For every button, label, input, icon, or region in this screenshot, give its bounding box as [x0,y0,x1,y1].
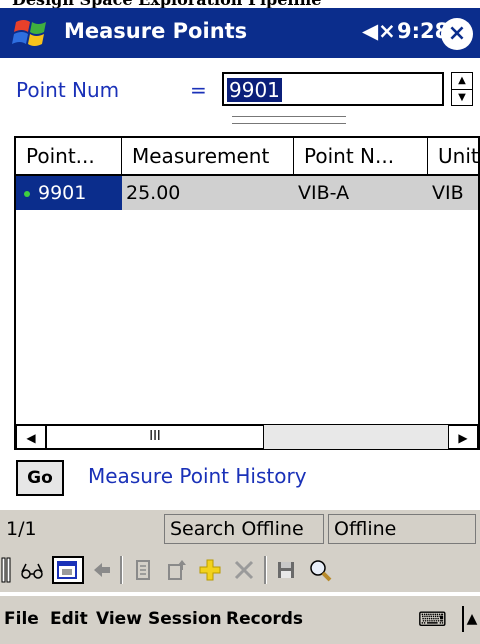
toolbar-separator [264,556,267,584]
glasses-icon[interactable] [18,556,46,584]
cell-point-name[interactable]: VIB-A [294,176,428,210]
windows-start-icon[interactable] [6,14,58,54]
scroll-right-icon[interactable]: ▶ [448,425,478,449]
point-num-value: 9901 [227,78,282,102]
horizontal-scrollbar[interactable]: ◀ III ▶ [16,424,478,449]
calendar-icon[interactable] [52,556,84,584]
cell-point: 9901 [38,182,87,204]
save-icon[interactable] [272,556,300,584]
copy-icon[interactable] [128,556,156,584]
go-button[interactable]: Go [16,460,64,496]
column-header-point-name[interactable]: Point N... [294,138,428,176]
point-num-input[interactable]: 9901 [222,72,444,106]
delete-icon[interactable] [230,556,258,584]
offline-status-field[interactable]: Offline [328,514,476,544]
volume-mute-icon[interactable]: ◀× [362,19,396,43]
column-header-point[interactable]: Point... [16,138,122,176]
menu-session[interactable]: Session [148,609,222,629]
page-counter: 1/1 [6,518,37,540]
menu-bar: File Edit View Session Records ⌨ ▲ [0,596,480,644]
status-bar: 1/1 Search Offline Offline [0,509,480,549]
spin-up-icon[interactable]: ▲ [452,73,472,90]
close-button[interactable]: × [441,18,473,50]
search-icon[interactable] [306,556,334,584]
upload-icon[interactable] [162,556,190,584]
equals-sign: = [190,78,207,102]
menu-file[interactable]: File [4,609,39,629]
measure-point-history-link[interactable]: Measure Point History [88,464,307,488]
cell-unit[interactable]: VIB [428,176,478,210]
table-row[interactable]: 9901 [16,176,122,210]
divider [232,116,346,124]
sip-caret-icon[interactable]: ▲ [462,606,480,632]
cell-measurement[interactable]: 25.00 [122,176,294,210]
search-offline-field[interactable]: Search Offline [164,514,324,544]
drag-handle-icon[interactable] [0,556,12,584]
column-header-measurement[interactable]: Measurement [122,138,294,176]
column-header-unit[interactable]: Unit [428,138,478,176]
window-title: Measure Points [64,19,248,43]
title-bar: Measure Points ◀× 9:28 × [0,8,480,58]
measure-points-grid[interactable]: Point... Measurement Point N... Unit 990… [14,136,480,450]
toolbar-separator [120,556,123,584]
spin-down-icon[interactable]: ▼ [452,90,472,106]
menu-edit[interactable]: Edit [50,609,88,629]
menu-records[interactable]: Records [226,609,303,629]
toolbar [0,548,480,592]
add-icon[interactable] [196,556,224,584]
active-dot-icon [24,190,30,197]
menu-view[interactable]: View [96,609,142,629]
back-arrow-icon[interactable] [88,556,116,584]
top-cropped-caption: Design Space Exploration Pipeline [0,0,480,8]
point-num-label: Point Num [16,78,120,102]
scroll-thumb[interactable]: III [46,425,264,449]
scroll-left-icon[interactable]: ◀ [16,425,46,449]
keyboard-icon[interactable]: ⌨ [418,608,452,630]
point-num-spinner[interactable]: ▲ ▼ [451,72,473,106]
